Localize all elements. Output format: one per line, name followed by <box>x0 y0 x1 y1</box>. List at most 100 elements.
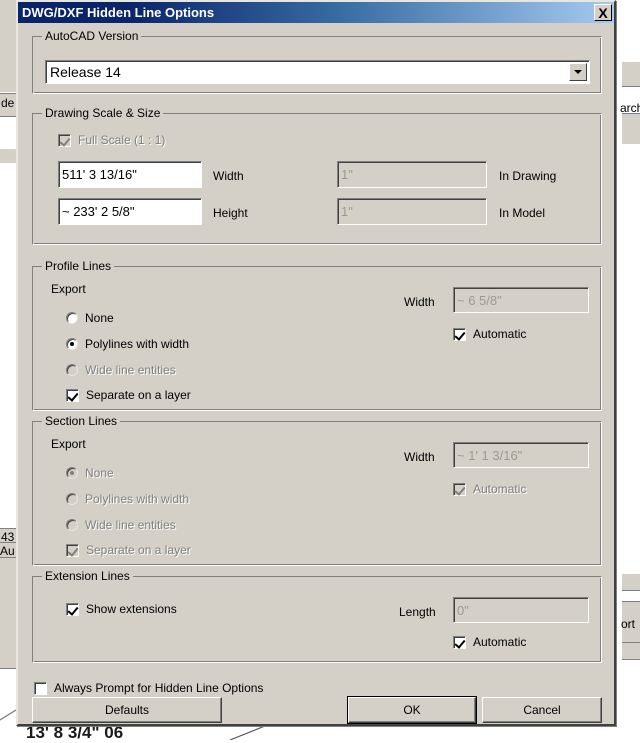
profile-radio-none[interactable]: None <box>66 311 114 325</box>
show-extensions-label: Show extensions <box>86 602 177 616</box>
cancel-button[interactable]: Cancel <box>482 697 602 723</box>
group-label-drawing-scale-size: Drawing Scale & Size <box>42 106 163 120</box>
in-model-label: In Model <box>499 206 545 220</box>
autocad-version-combo[interactable]: Release 14 <box>45 60 590 84</box>
bg-left-label-3: Au <box>0 544 15 558</box>
section-radio-polylines-label: Polylines with width <box>85 492 189 506</box>
section-automatic-label: Automatic <box>473 482 526 496</box>
extension-automatic-checkbox[interactable]: Automatic <box>453 635 526 649</box>
profile-width-input-value: ~ 6 5/8" <box>457 293 502 308</box>
in-model-input[interactable]: 1" <box>337 198 487 225</box>
bg-bottom-dimension-label: 13' 8 3/4" 06 <box>26 723 123 743</box>
profile-export-label: Export <box>51 282 86 296</box>
bg-left-canvas-b <box>0 163 16 528</box>
bg-left-row-highlight <box>0 149 16 163</box>
profile-width-input[interactable]: ~ 6 5/8" <box>453 287 589 313</box>
group-section-lines: Section Lines Export None Polylines with… <box>32 421 602 566</box>
defaults-button-label: Defaults <box>105 703 149 717</box>
profile-radio-wide-line-entities: Wide line entities <box>66 363 176 377</box>
ok-button-label: OK <box>403 703 420 717</box>
extension-length-input-value: 0" <box>457 603 469 618</box>
bg-diagonal-guide <box>0 690 16 730</box>
profile-radio-polylines-with-width[interactable]: Polylines with width <box>66 337 189 351</box>
bg-right-label-1: arch <box>620 101 640 115</box>
radio-circle <box>66 467 78 479</box>
checkbox-box <box>66 603 79 616</box>
full-scale-checkbox: Full Scale (1 : 1) <box>58 133 165 147</box>
bg-right-canvas-a <box>622 0 640 62</box>
profile-automatic-label: Automatic <box>473 327 526 341</box>
bg-left-panel-top <box>0 0 16 92</box>
extension-automatic-label: Automatic <box>473 635 526 649</box>
group-extension-lines: Extension Lines Show extensions Length 0… <box>32 576 602 663</box>
bg-right-canvas-b <box>622 144 640 574</box>
in-drawing-label: In Drawing <box>499 169 556 183</box>
bg-right-canvas-c <box>622 660 640 740</box>
defaults-button[interactable]: Defaults <box>32 697 222 723</box>
title-bar[interactable]: DWG/DXF Hidden Line Options X <box>18 2 614 23</box>
always-prompt-label: Always Prompt for Hidden Line Options <box>54 681 263 695</box>
ok-button[interactable]: OK <box>348 697 476 723</box>
dwg-dxf-hidden-line-options-dialog: DWG/DXF Hidden Line Options X AutoCAD Ve… <box>16 0 616 726</box>
group-label-section-lines: Section Lines <box>42 414 120 428</box>
height-input[interactable]: ~ 233' 2 5/8" <box>58 198 202 225</box>
section-radio-none: None <box>66 466 114 480</box>
extension-length-label: Length <box>399 605 436 619</box>
profile-radio-wide-line-label: Wide line entities <box>85 363 176 377</box>
section-radio-wide-line-label: Wide line entities <box>85 518 176 532</box>
close-glyph: X <box>598 6 607 20</box>
close-icon[interactable]: X <box>594 4 612 21</box>
checkbox-box <box>453 483 466 496</box>
bg-bottom-diagonal <box>225 726 295 740</box>
dialog-content: AutoCAD Version Release 14 Drawing Scale… <box>18 23 614 724</box>
chevron-down-icon[interactable] <box>569 63 587 81</box>
always-prompt-checkbox[interactable]: Always Prompt for Hidden Line Options <box>34 681 263 695</box>
group-label-extension-lines: Extension Lines <box>42 569 133 583</box>
section-width-input[interactable]: ~ 1' 1 3/16" <box>453 442 589 468</box>
section-radio-wide-line-entities: Wide line entities <box>66 518 176 532</box>
group-drawing-scale-size: Drawing Scale & Size Full Scale (1 : 1) … <box>32 113 602 245</box>
checkbox-box <box>34 682 47 695</box>
in-drawing-input-value: 1" <box>341 167 353 182</box>
bg-left-label-1: de <box>1 96 14 110</box>
width-input[interactable]: 511' 3 13/16" <box>58 161 202 188</box>
width-label: Width <box>213 169 244 183</box>
bg-right-row-a <box>622 574 640 590</box>
in-drawing-input[interactable]: 1" <box>337 161 487 188</box>
section-separate-layer-label: Separate on a layer <box>86 543 191 557</box>
checkbox-box <box>66 544 79 557</box>
full-scale-label: Full Scale (1 : 1) <box>78 133 165 147</box>
bg-right-header <box>622 62 640 86</box>
show-extensions-checkbox[interactable]: Show extensions <box>66 602 177 616</box>
bg-right-row-b <box>622 643 640 659</box>
section-export-label: Export <box>51 437 86 451</box>
window-title: DWG/DXF Hidden Line Options <box>22 5 214 20</box>
bg-left-canvas-a <box>0 117 16 149</box>
group-profile-lines: Profile Lines Export None Polylines with… <box>32 266 602 411</box>
checkbox-box <box>453 328 466 341</box>
checkbox-box <box>66 389 79 402</box>
checkbox-box <box>58 134 71 147</box>
radio-circle <box>66 364 78 376</box>
profile-width-label: Width <box>404 295 435 309</box>
bg-right-gap <box>622 591 640 601</box>
in-model-input-value: 1" <box>341 204 353 219</box>
section-radio-polylines-with-width: Polylines with width <box>66 492 189 506</box>
section-radio-none-label: None <box>85 466 114 480</box>
radio-circle <box>66 312 78 324</box>
profile-radio-polylines-label: Polylines with width <box>85 337 189 351</box>
profile-separate-on-a-layer-checkbox[interactable]: Separate on a layer <box>66 388 191 402</box>
bg-right-label-2: ort <box>621 617 635 631</box>
bg-left-panel-mid <box>0 558 16 668</box>
cancel-button-label: Cancel <box>523 703 560 717</box>
radio-circle <box>66 493 78 505</box>
section-width-input-value: ~ 1' 1 3/16" <box>457 448 522 463</box>
profile-automatic-checkbox[interactable]: Automatic <box>453 327 526 341</box>
group-label-autocad-version: AutoCAD Version <box>42 29 141 43</box>
bg-left-label-2: 43 <box>1 530 14 544</box>
bg-right-subheader <box>622 114 640 144</box>
height-input-value: ~ 233' 2 5/8" <box>62 204 135 219</box>
extension-length-input[interactable]: 0" <box>453 597 589 623</box>
profile-radio-none-label: None <box>85 311 114 325</box>
width-input-value: 511' 3 13/16" <box>62 167 137 182</box>
